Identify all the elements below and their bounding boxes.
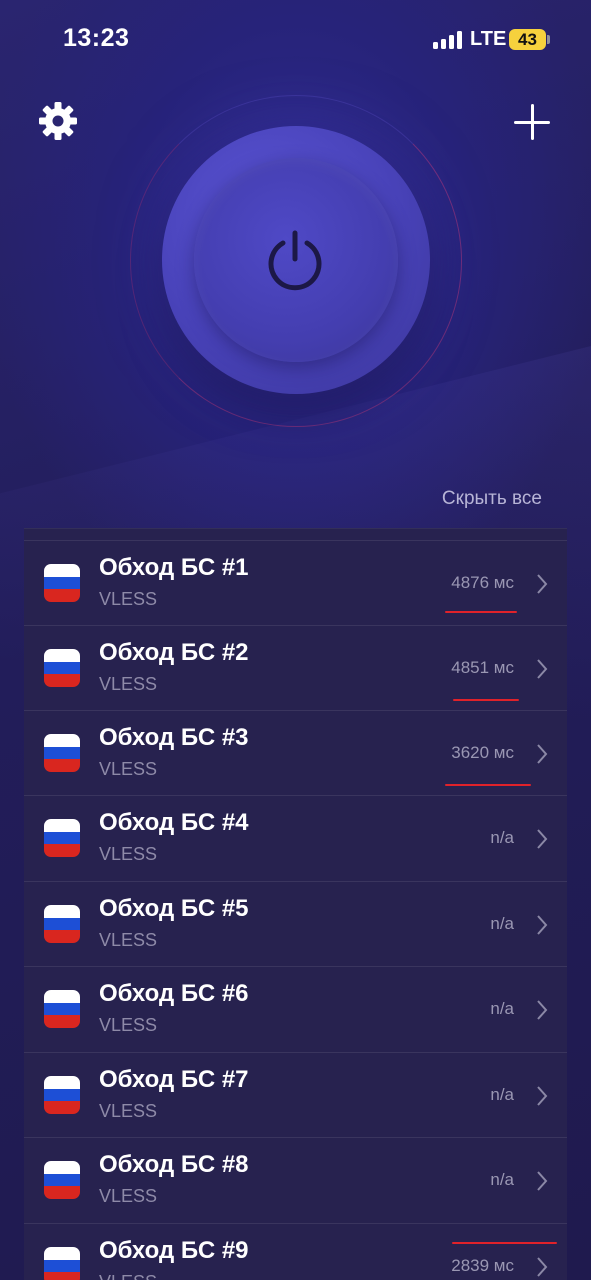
server-name: Обход БС #8: [99, 1151, 249, 1178]
server-ping: n/a: [490, 914, 514, 933]
russia-flag-icon: [44, 990, 80, 1028]
status-bar: 13:23 LTE 43: [0, 0, 591, 80]
server-protocol: VLESS: [99, 589, 158, 609]
server-protocol: VLESS: [99, 1272, 157, 1280]
russia-flag-icon: [44, 734, 80, 772]
gear-icon: [39, 102, 77, 140]
server-name: Обход БС #6: [99, 980, 249, 1007]
server-row-8[interactable]: Обход БС #8 VLESS n/a: [24, 1137, 567, 1222]
russia-flag-icon: [44, 905, 80, 943]
chevron-right-icon: [537, 744, 548, 764]
red-underline-annotation: [445, 784, 531, 786]
server-ping: n/a: [490, 999, 514, 1018]
server-row-6[interactable]: Обход БС #6 VLESS n/a: [24, 966, 567, 1051]
server-name: Обход БС #2: [99, 639, 249, 666]
add-server-button[interactable]: [514, 104, 550, 140]
server-row-3[interactable]: Обход БС #3 VLESS 3620 мс: [24, 710, 567, 795]
red-underline-annotation: [452, 1242, 557, 1244]
red-underline-annotation: [445, 611, 517, 613]
chevron-right-icon: [537, 659, 548, 679]
russia-flag-icon: [44, 564, 80, 602]
red-underline-annotation: [453, 699, 519, 701]
battery-level: 43: [518, 29, 537, 49]
server-ping: 4876 мс: [451, 573, 514, 592]
russia-flag-icon: [44, 1161, 80, 1199]
server-name: Обход БС #4: [99, 809, 249, 836]
battery-icon: 43: [509, 29, 546, 50]
chevron-right-icon: [537, 1257, 548, 1277]
battery-tip: [547, 35, 550, 44]
server-ping: n/a: [490, 828, 514, 847]
network-type: LTE: [470, 28, 507, 50]
server-row-7[interactable]: Обход БС #7 VLESS n/a: [24, 1052, 567, 1137]
server-protocol: VLESS: [99, 1101, 158, 1121]
chevron-right-icon: [537, 829, 548, 849]
server-row-4[interactable]: Обход БС #4 VLESS n/a: [24, 795, 567, 880]
server-protocol: VLESS: [99, 674, 158, 694]
hide-all-button[interactable]: Скрыть все: [442, 488, 542, 510]
russia-flag-icon: [44, 1076, 80, 1114]
server-name: Обход БС #5: [99, 895, 249, 922]
russia-flag-icon: [44, 649, 80, 687]
server-ping: 3620 мс: [451, 743, 514, 762]
chevron-right-icon: [537, 1171, 548, 1191]
server-protocol: VLESS: [99, 1015, 158, 1035]
server-list: Обход БС #1 VLESS 4876 мс Обход БС #2 VL…: [24, 528, 567, 1280]
server-row-9[interactable]: Обход БС #9 VLESS 2839 мс: [24, 1223, 567, 1280]
chevron-right-icon: [537, 915, 548, 935]
server-ping: n/a: [490, 1085, 514, 1104]
power-icon: [268, 230, 322, 291]
server-ping: 4851 мс: [451, 658, 514, 677]
server-protocol: VLESS: [99, 759, 158, 779]
server-name: Обход БС #1: [99, 554, 249, 581]
russia-flag-icon: [44, 1247, 80, 1280]
cellular-signal-icon: [433, 31, 463, 49]
chevron-right-icon: [537, 1000, 548, 1020]
server-ping: 2839 мс: [451, 1256, 514, 1275]
chevron-right-icon: [537, 1086, 548, 1106]
server-name: Обход БС #9: [99, 1237, 249, 1264]
server-row-5[interactable]: Обход БС #5 VLESS n/a: [24, 881, 567, 966]
settings-button[interactable]: [38, 101, 78, 141]
server-name: Обход БС #7: [99, 1066, 249, 1093]
server-row-2[interactable]: Обход БС #2 VLESS 4851 мс: [24, 625, 567, 710]
russia-flag-icon: [44, 819, 80, 857]
server-ping: n/a: [490, 1170, 514, 1189]
server-row-1[interactable]: Обход БС #1 VLESS 4876 мс: [24, 540, 567, 625]
server-protocol: VLESS: [99, 930, 158, 950]
status-time: 13:23: [63, 24, 130, 52]
server-protocol: VLESS: [99, 844, 158, 864]
vpn-home-screen: 13:23 LTE 43 Скрыть все Обход БС #1 VLES…: [0, 0, 591, 1280]
server-name: Обход БС #3: [99, 724, 249, 751]
chevron-right-icon: [537, 574, 548, 594]
server-protocol: VLESS: [99, 1186, 158, 1206]
